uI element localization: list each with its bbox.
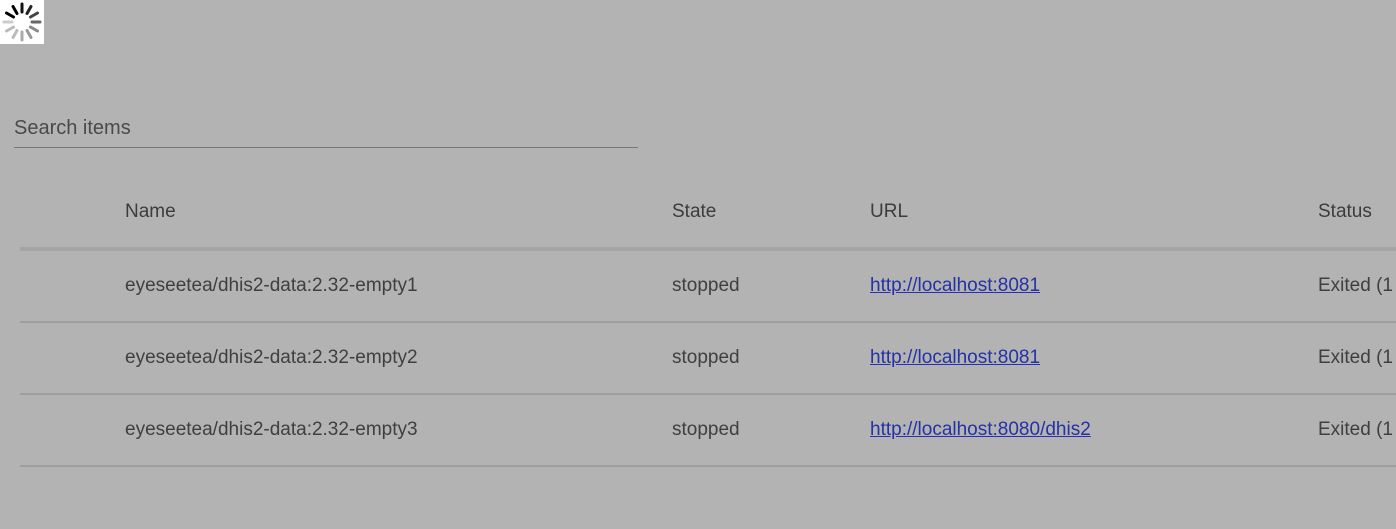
app-page: Name State URL Status eyeseetea/dhis2-da… [0, 0, 1396, 529]
row-status: Exited (1 [1318, 419, 1393, 440]
row-state: stopped [672, 347, 740, 368]
row-url: http://localhost:8080/dhis2 [870, 419, 1091, 441]
row-state: stopped [672, 419, 740, 440]
row-url: http://localhost:8081 [870, 275, 1040, 297]
table-row[interactable]: eyeseetea/dhis2-data:2.32-empty3 stopped… [20, 395, 1396, 467]
items-table: Name State URL Status eyeseetea/dhis2-da… [20, 170, 1396, 467]
row-status: Exited (1 [1318, 275, 1393, 296]
table-row[interactable]: eyeseetea/dhis2-data:2.32-empty1 stopped… [20, 251, 1396, 323]
row-name: eyeseetea/dhis2-data:2.32-empty2 [125, 347, 418, 368]
row-status: Exited (1 [1318, 347, 1393, 368]
row-name: eyeseetea/dhis2-data:2.32-empty1 [125, 275, 418, 296]
search-field[interactable] [14, 110, 638, 148]
column-header-name[interactable]: Name [125, 201, 176, 223]
column-header-state[interactable]: State [672, 201, 716, 223]
search-input[interactable] [14, 110, 638, 147]
column-header-status[interactable]: Status [1318, 201, 1372, 223]
row-url-link[interactable]: http://localhost:8081 [870, 275, 1040, 296]
row-url-link[interactable]: http://localhost:8080/dhis2 [870, 419, 1091, 440]
table-header-row: Name State URL Status [20, 170, 1396, 251]
row-name: eyeseetea/dhis2-data:2.32-empty3 [125, 419, 418, 440]
column-header-url[interactable]: URL [870, 201, 908, 223]
loading-spinner-icon [0, 0, 44, 44]
table-row[interactable]: eyeseetea/dhis2-data:2.32-empty2 stopped… [20, 323, 1396, 395]
row-state: stopped [672, 275, 740, 296]
row-url-link[interactable]: http://localhost:8081 [870, 347, 1040, 368]
row-url: http://localhost:8081 [870, 347, 1040, 369]
